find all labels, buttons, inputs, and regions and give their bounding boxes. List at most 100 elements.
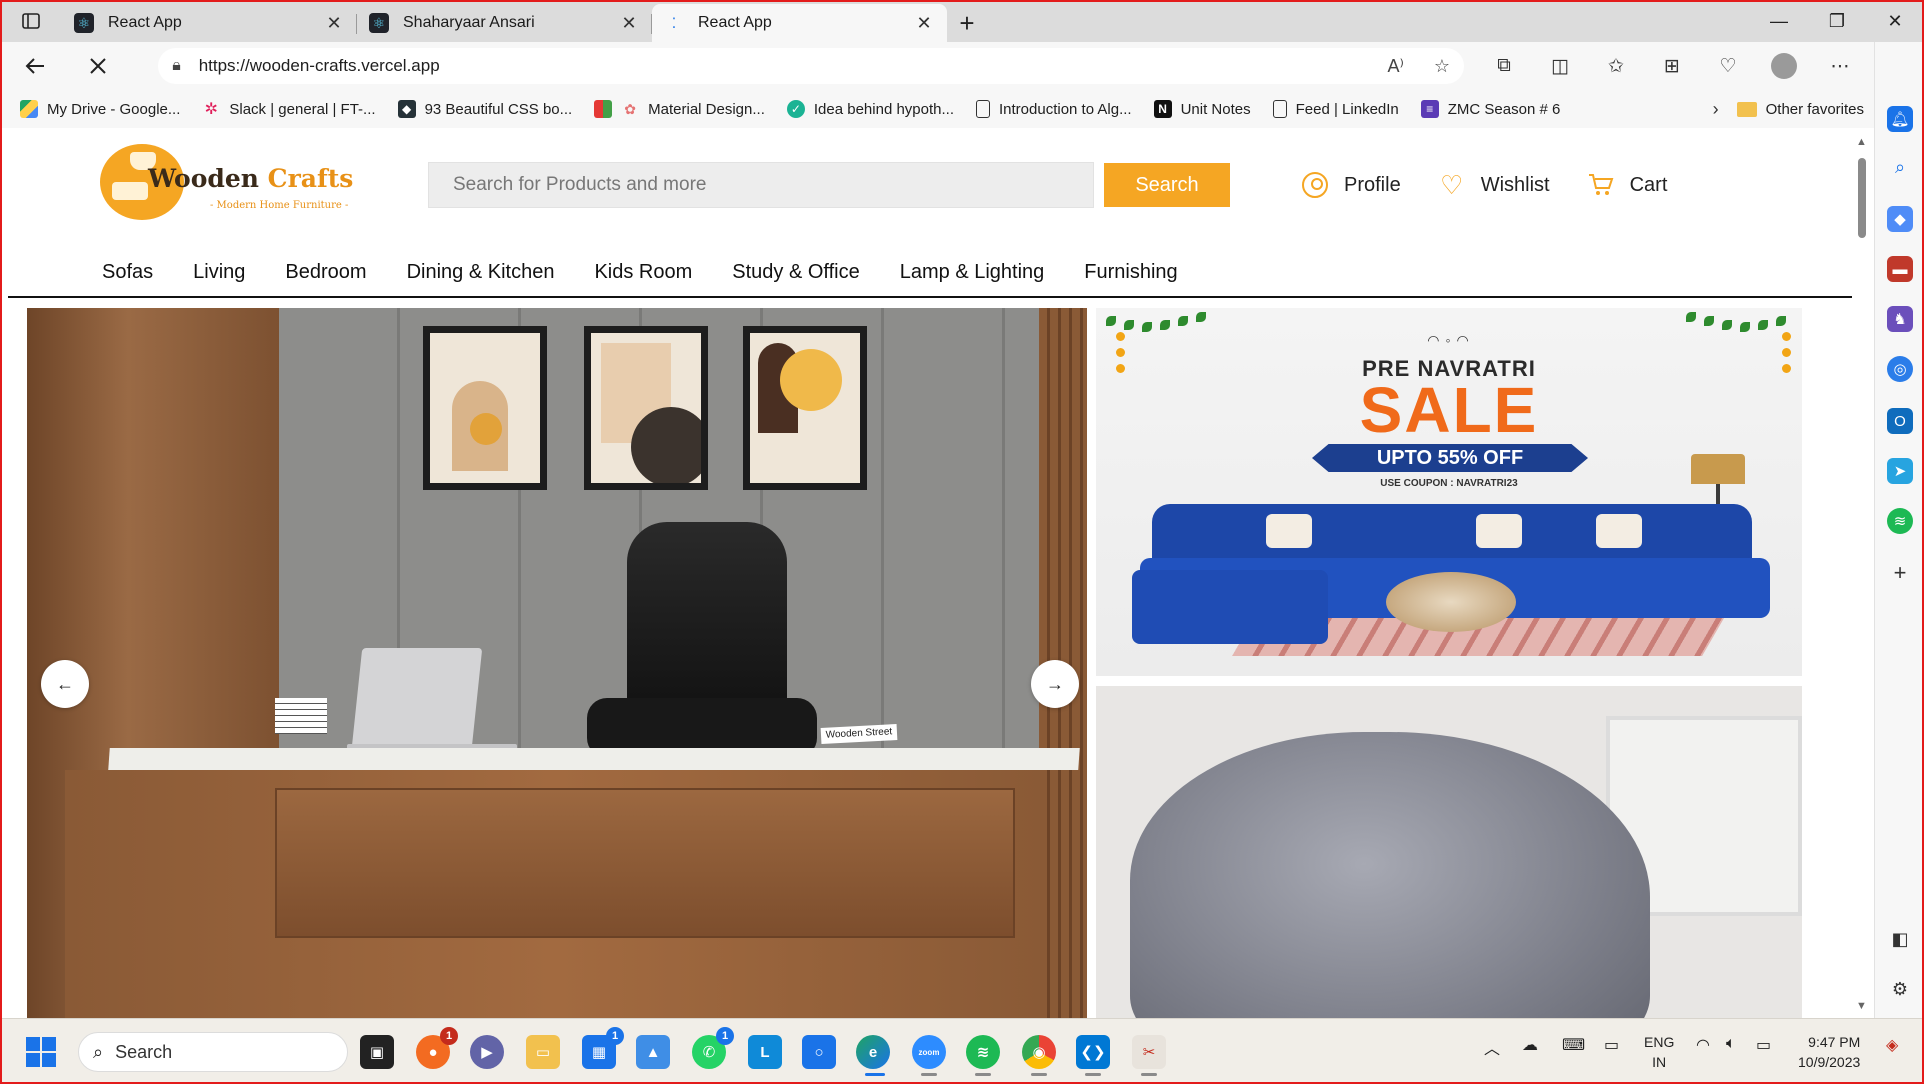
- store-icon[interactable]: ▦ 1: [582, 1027, 624, 1069]
- category-link[interactable]: Living: [193, 261, 245, 284]
- scroll-down-icon[interactable]: ▼: [1856, 1000, 1867, 1012]
- edge-sidebar: 🔔︎ ⌕ ◆ ▬ ♞ ◎ O ➤ ≋ + ◧ ⚙: [1874, 42, 1924, 1018]
- site-logo[interactable]: Wooden Crafts - Modern Home Furniture -: [100, 144, 375, 220]
- photos-icon[interactable]: ▲: [636, 1035, 670, 1069]
- carousel-prev-button[interactable]: ←: [41, 660, 89, 708]
- notification-icon[interactable]: ◈: [1886, 1035, 1898, 1055]
- favorite-item[interactable]: ✲ Slack | general | FT-...: [202, 100, 376, 119]
- scroll-thumb[interactable]: [1858, 158, 1866, 238]
- settings-gear-icon[interactable]: ⚙: [1887, 976, 1913, 1002]
- category-link[interactable]: Lamp & Lighting: [900, 261, 1045, 284]
- notifications-icon[interactable]: 🔔︎: [1887, 106, 1913, 132]
- favorite-item[interactable]: My Drive - Google...: [20, 100, 180, 118]
- performance-icon[interactable]: ♡: [1700, 46, 1756, 86]
- hero-carousel: Wooden Street ← →: [27, 308, 1087, 1018]
- extensions-icon[interactable]: ⧉: [1476, 46, 1532, 86]
- category-link[interactable]: Kids Room: [594, 261, 692, 284]
- favorite-item[interactable]: ◆ 93 Beautiful CSS bo...: [397, 100, 572, 118]
- chevron-up-icon[interactable]: ︿: [1484, 1035, 1500, 1059]
- launcher-l-icon[interactable]: L: [748, 1035, 782, 1069]
- battery-icon[interactable]: ▭: [1756, 1035, 1771, 1055]
- favorite-item[interactable]: ✓ Idea behind hypoth...: [786, 100, 954, 118]
- favorite-item[interactable]: Introduction to Alg...: [976, 100, 1132, 118]
- tools-icon[interactable]: ▬: [1887, 256, 1913, 282]
- browser-tab[interactable]: ⚛ React App ✕: [62, 4, 357, 42]
- other-favorites[interactable]: Other favorites: [1736, 101, 1864, 118]
- zoom-icon[interactable]: zoom: [912, 1035, 946, 1069]
- collections-icon[interactable]: ⊞: [1644, 46, 1700, 86]
- add-icon[interactable]: +: [1887, 560, 1913, 586]
- file-explorer-icon[interactable]: ▭: [526, 1035, 560, 1069]
- tab-actions-button[interactable]: [0, 0, 62, 42]
- language-indicator[interactable]: ENG IN: [1644, 1032, 1674, 1072]
- cortana-icon[interactable]: ○: [802, 1035, 836, 1069]
- telegram-icon[interactable]: ➤: [1887, 458, 1913, 484]
- games-icon[interactable]: ♞: [1887, 306, 1913, 332]
- favorite-item[interactable]: N Unit Notes: [1153, 100, 1251, 118]
- snipping-tool-icon[interactable]: ✂: [1132, 1035, 1166, 1069]
- chevron-right-icon[interactable]: ›: [1713, 99, 1719, 120]
- url-field[interactable]: 🔒︎ https://wooden-crafts.vercel.app A⁾ ☆: [158, 48, 1465, 84]
- microsoft-365-icon[interactable]: ◎: [1887, 356, 1913, 382]
- wishlist-link[interactable]: ♡ Wishlist: [1437, 170, 1550, 200]
- start-button[interactable]: [26, 1037, 56, 1067]
- carousel-next-button[interactable]: →: [1031, 660, 1079, 708]
- profile-avatar[interactable]: [1756, 46, 1812, 86]
- favorite-item[interactable]: ≡ ZMC Season # 6: [1420, 100, 1560, 118]
- split-screen-icon[interactable]: ◫: [1532, 46, 1588, 86]
- favorite-item[interactable]: Feed | LinkedIn: [1272, 100, 1399, 118]
- keyboard-icon[interactable]: ⌨: [1562, 1035, 1585, 1055]
- minimize-icon[interactable]: —: [1750, 0, 1808, 42]
- more-menu-icon[interactable]: ⋯: [1812, 46, 1868, 86]
- search-input[interactable]: [428, 162, 1094, 208]
- profile-link[interactable]: Profile: [1300, 170, 1401, 200]
- teams-chat-icon[interactable]: ▶: [470, 1035, 504, 1069]
- outlook-icon[interactable]: O: [1887, 408, 1913, 434]
- back-button[interactable]: [12, 46, 57, 86]
- close-tab-icon[interactable]: ✕: [913, 13, 935, 34]
- cart-link[interactable]: Cart: [1586, 170, 1667, 200]
- new-tab-button[interactable]: +: [947, 4, 987, 42]
- read-aloud-icon[interactable]: A⁾: [1387, 56, 1403, 77]
- page-scrollbar[interactable]: ▲ ▼: [1852, 130, 1872, 1018]
- favorites-icon[interactable]: ✩: [1588, 46, 1644, 86]
- scroll-up-icon[interactable]: ▲: [1856, 136, 1867, 148]
- firefox-icon[interactable]: ● 1: [416, 1027, 458, 1069]
- sidebar-toggle-icon[interactable]: ◧: [1887, 926, 1913, 952]
- onedrive-icon[interactable]: ☁: [1522, 1035, 1538, 1055]
- tab-title: React App: [108, 14, 182, 31]
- search-icon[interactable]: ⌕: [1887, 154, 1913, 180]
- favorites-bar: My Drive - Google... ✲ Slack | general | …: [0, 90, 1874, 128]
- task-view-icon[interactable]: ▣: [360, 1035, 394, 1069]
- favorite-star-icon[interactable]: ☆: [1434, 56, 1450, 77]
- browser-tab-active[interactable]: ⁚ React App ✕: [652, 4, 947, 42]
- promo-banner-beanbag[interactable]: [1096, 686, 1802, 1018]
- volume-icon[interactable]: 🔈︎: [1726, 1035, 1736, 1053]
- close-tab-icon[interactable]: ✕: [323, 13, 345, 34]
- spotify-icon[interactable]: ≋: [966, 1035, 1000, 1069]
- favorite-item[interactable]: ✿ Material Design...: [594, 100, 765, 118]
- browser-tab[interactable]: ⚛ Shaharyaar Ansari ✕: [357, 4, 652, 42]
- category-link[interactable]: Sofas: [102, 261, 153, 284]
- whatsapp-icon[interactable]: ✆ 1: [692, 1027, 734, 1069]
- taskbar-search[interactable]: ⌕ Search: [78, 1032, 348, 1072]
- edge-icon[interactable]: e: [856, 1035, 890, 1069]
- react-icon: ⚛: [74, 13, 94, 33]
- category-link[interactable]: Study & Office: [732, 261, 859, 284]
- search-button[interactable]: Search: [1104, 163, 1230, 207]
- category-link[interactable]: Bedroom: [285, 261, 366, 284]
- promo-banner-sale[interactable]: ◠◦◠ PRE NAVRATRI SALE UPTO 55% OFF USE C…: [1096, 308, 1802, 676]
- system-clock[interactable]: 9:47 PM 10/9/2023: [1798, 1032, 1860, 1072]
- category-link[interactable]: Furnishing: [1084, 261, 1177, 284]
- chrome-icon[interactable]: ◉: [1022, 1035, 1056, 1069]
- restore-icon[interactable]: ❐: [1808, 0, 1866, 42]
- close-tab-icon[interactable]: ✕: [618, 13, 640, 34]
- stop-loading-button[interactable]: [75, 46, 120, 86]
- spotify-icon[interactable]: ≋: [1887, 508, 1913, 534]
- close-window-icon[interactable]: ✕: [1866, 0, 1924, 42]
- wifi-icon[interactable]: ◠: [1696, 1035, 1710, 1055]
- shopping-tag-icon[interactable]: ◆: [1887, 206, 1913, 232]
- display-icon[interactable]: ▭: [1604, 1035, 1619, 1055]
- category-link[interactable]: Dining & Kitchen: [407, 261, 555, 284]
- vscode-icon[interactable]: ❮❯: [1076, 1035, 1110, 1069]
